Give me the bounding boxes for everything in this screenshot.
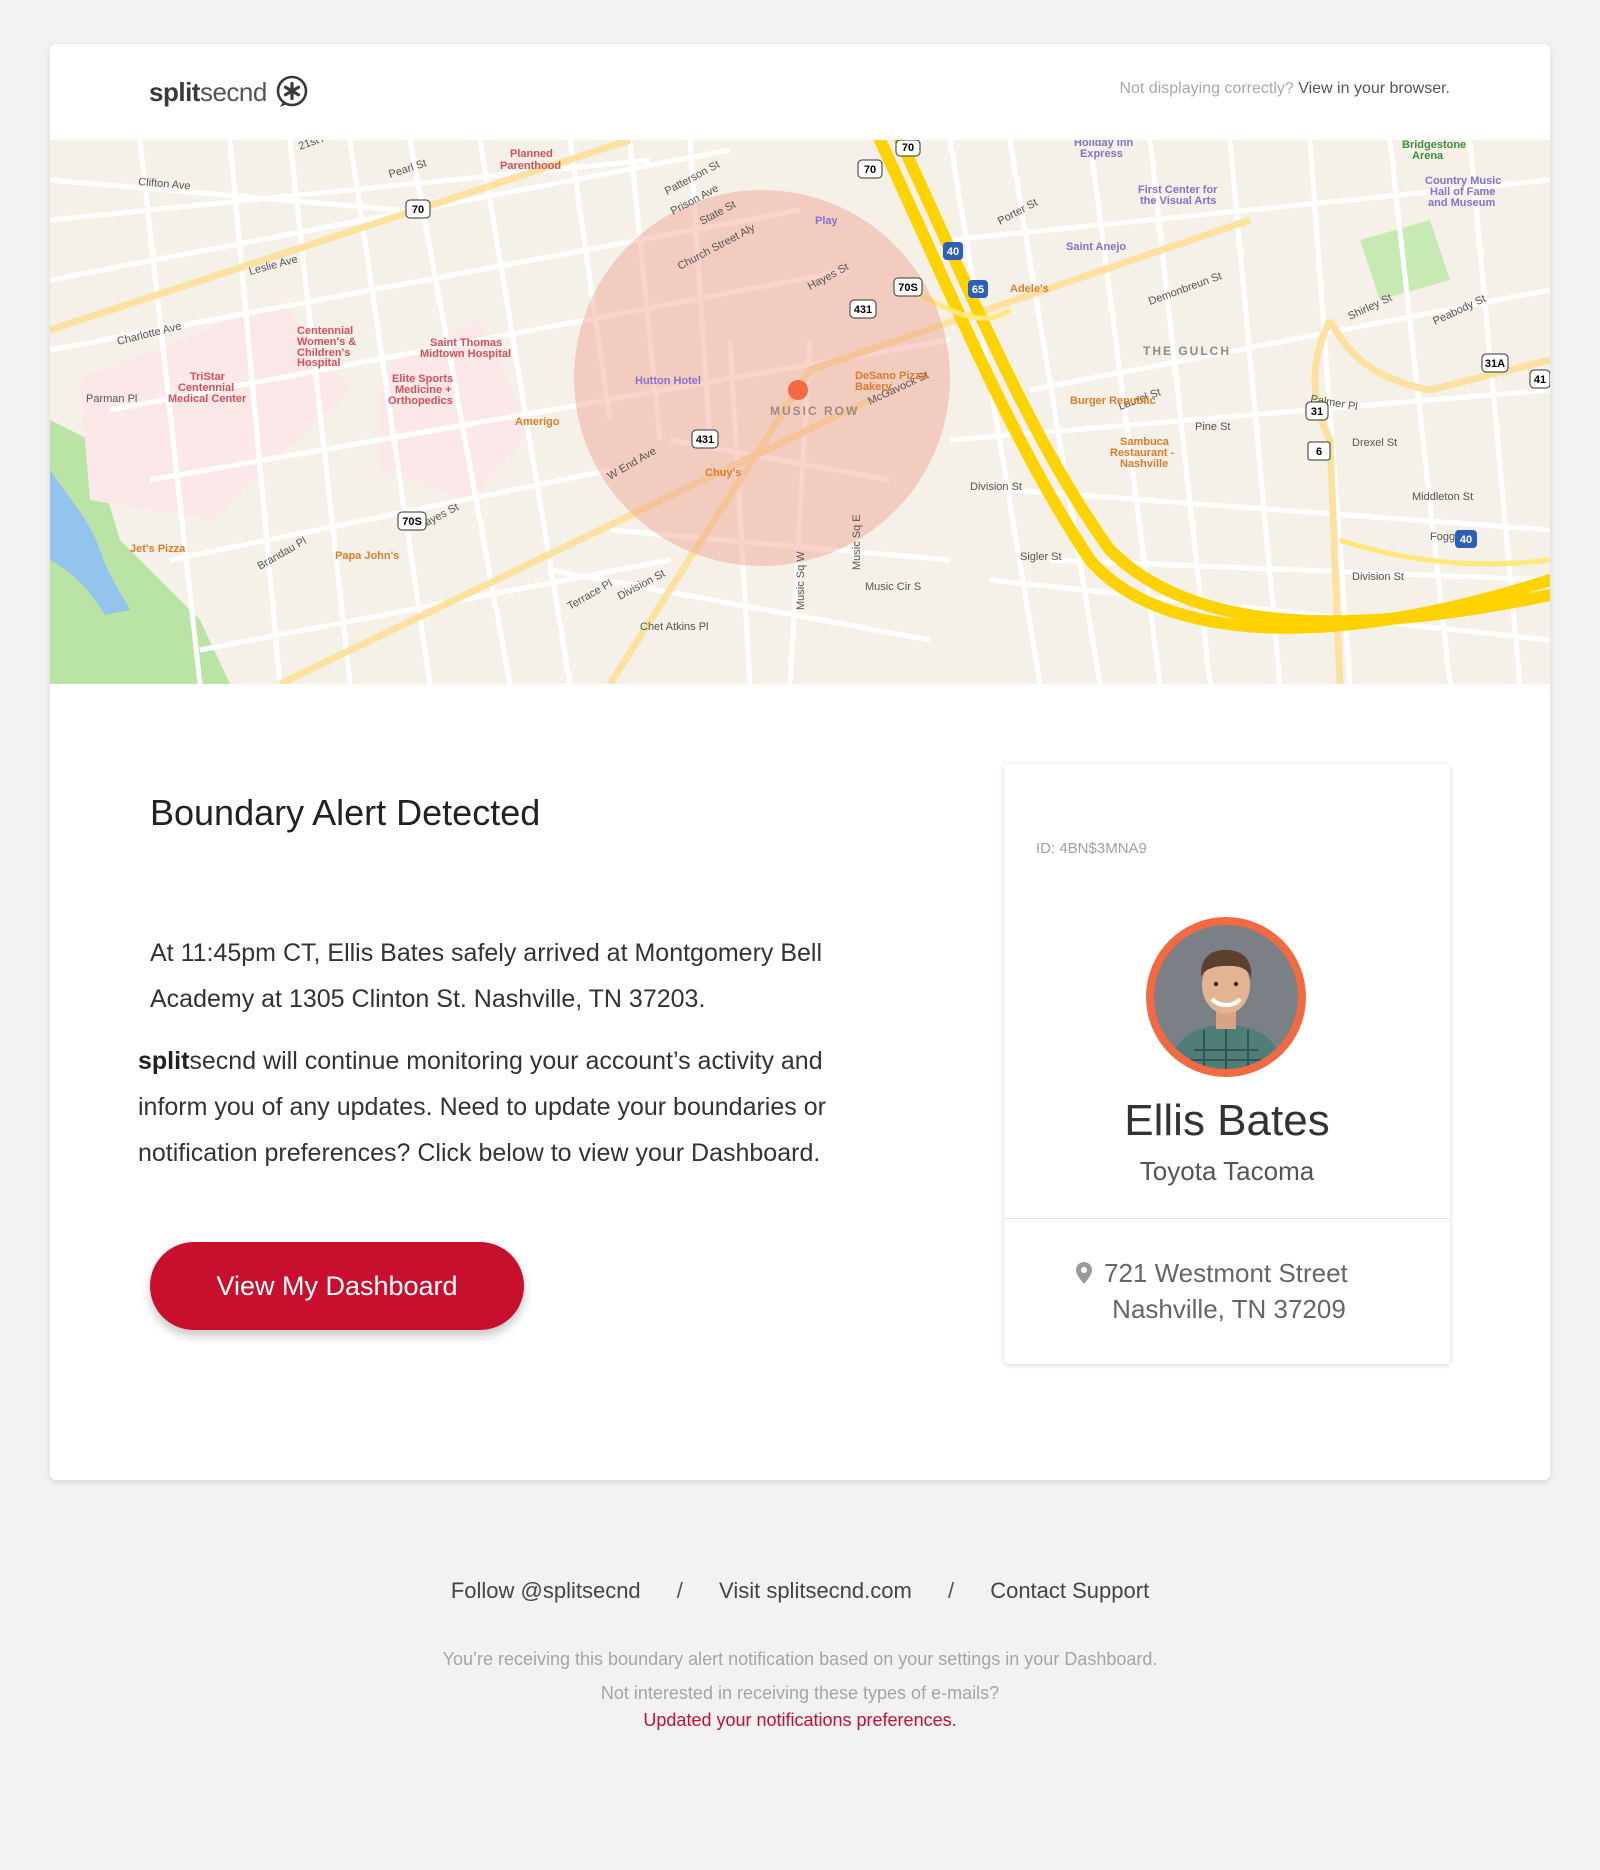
svg-text:and Museum: and Museum (1428, 197, 1495, 209)
svg-text:Hospital: Hospital (297, 357, 340, 369)
svg-text:Music Sq E: Music Sq E (851, 514, 863, 570)
svg-text:Drexel St: Drexel St (1352, 437, 1397, 449)
avatar (1146, 917, 1306, 1077)
svg-text:70S: 70S (898, 282, 918, 294)
location-marker[interactable] (788, 380, 808, 400)
svg-text:Chuy's: Chuy's (705, 467, 741, 479)
location-map[interactable]: Clifton Ave Charlotte Ave Parman Pl Pear… (50, 140, 1550, 684)
svg-text:431: 431 (854, 304, 872, 316)
svg-text:70S: 70S (402, 516, 422, 528)
svg-text:Amerigo: Amerigo (515, 416, 560, 428)
footer-separator: / (947, 1578, 955, 1603)
browser-note-prefix: Not displaying correctly? (1119, 80, 1294, 97)
svg-text:65: 65 (972, 284, 984, 296)
district-music-row: MUSIC ROW (770, 404, 859, 418)
view-in-browser-link[interactable]: View in your browser. (1298, 80, 1450, 97)
svg-text:Play: Play (815, 215, 839, 227)
svg-text:40: 40 (947, 246, 959, 258)
profile-card: ID: 4BN$3MNA9 Ellis Bates Toyota Tacoma (1004, 764, 1450, 1364)
email-card: split secnd Not displaying correctly? Vie… (50, 44, 1550, 1480)
logo-light-text: secnd (199, 76, 267, 107)
svg-text:Division St: Division St (1352, 571, 1404, 583)
svg-text:the Visual Arts: the Visual Arts (1140, 195, 1216, 207)
logo-asterisk-icon (276, 75, 308, 107)
svg-text:Papa John's: Papa John's (335, 550, 399, 562)
profile-divider (1004, 1218, 1450, 1219)
svg-text:Burger Republic: Burger Republic (1070, 395, 1156, 407)
svg-text:Parenthood: Parenthood (500, 160, 561, 172)
svg-text:70: 70 (412, 204, 424, 216)
contact-support-link[interactable]: Contact Support (990, 1578, 1149, 1604)
address-line-1: 721 Westmont Street (1104, 1258, 1348, 1288)
footer-note: You’re receiving this boundary alert not… (442, 1649, 1158, 1703)
svg-text:Sigler St: Sigler St (1020, 551, 1062, 563)
address-line-2: Nashville, TN 37209 (1112, 1294, 1346, 1324)
browser-view-note: Not displaying correctly? View in your b… (1119, 80, 1450, 98)
svg-text:Music Cir S: Music Cir S (865, 581, 921, 593)
monitoring-text: secnd will continue monitoring your acco… (138, 1047, 826, 1167)
avatar-photo (1154, 925, 1298, 1069)
svg-text:70: 70 (902, 142, 914, 154)
svg-text:Medical Center: Medical Center (168, 393, 247, 405)
arena-label-2: Arena (1412, 150, 1444, 162)
svg-text:Hutton Hotel: Hutton Hotel (635, 375, 701, 387)
svg-text:Orthopedics: Orthopedics (388, 395, 453, 407)
brand-name: split (138, 1047, 190, 1075)
location-pin-icon (1076, 1262, 1092, 1284)
svg-text:Adele's: Adele's (1010, 283, 1049, 295)
footer-separator: / (676, 1578, 683, 1603)
svg-text:31: 31 (1311, 406, 1323, 418)
svg-text:Midtown Hospital: Midtown Hospital (420, 348, 511, 360)
svg-text:Music Sq W: Music Sq W (795, 551, 807, 610)
svg-text:31A: 31A (1485, 358, 1505, 370)
svg-text:Planned: Planned (510, 148, 553, 160)
svg-text:70: 70 (864, 164, 876, 176)
svg-text:Express: Express (1080, 148, 1123, 160)
splitsecnd-logo[interactable]: split secnd (149, 72, 309, 112)
follow-link[interactable]: Follow @splitsecnd (451, 1578, 641, 1604)
profile-id: ID: 4BN$3MNA9 (1036, 840, 1147, 857)
monitoring-message: splitsecnd will continue monitoring your… (138, 1038, 898, 1176)
svg-text:Saint Anejo: Saint Anejo (1066, 241, 1126, 253)
notification-preferences-link[interactable]: Updated your notifications preferences. (0, 1710, 1600, 1731)
svg-text:Parman Pl: Parman Pl (86, 393, 137, 405)
profile-name: Ellis Bates (1124, 1096, 1330, 1145)
footer-links: Follow @splitsecnd / Visit splitsecnd.co… (0, 1578, 1600, 1604)
visit-site-link[interactable]: Visit splitsecnd.com (719, 1578, 912, 1604)
svg-text:Jet's Pizza: Jet's Pizza (130, 543, 186, 555)
svg-text:6: 6 (1316, 446, 1322, 458)
svg-text:Division St: Division St (970, 481, 1022, 493)
svg-text:Bakery: Bakery (855, 381, 893, 393)
view-dashboard-button[interactable]: View My Dashboard (150, 1242, 524, 1330)
logo-bold-text: split (149, 76, 200, 107)
district-the-gulch: THE GULCH (1143, 344, 1231, 358)
svg-text:Nashville: Nashville (1120, 458, 1168, 470)
svg-text:431: 431 (696, 434, 714, 446)
svg-text:Pine St: Pine St (1195, 421, 1230, 433)
svg-text:Chet Atkins Pl: Chet Atkins Pl (640, 621, 708, 633)
email-header: split secnd Not displaying correctly? Vie… (50, 44, 1550, 140)
alert-message: At 11:45pm CT, Ellis Bates safely arrive… (150, 939, 823, 1013)
svg-text:Middleton St: Middleton St (1412, 491, 1473, 503)
svg-text:40: 40 (1460, 534, 1472, 546)
alert-title: Boundary Alert Detected (150, 792, 541, 833)
svg-text:41: 41 (1534, 374, 1546, 386)
profile-vehicle: Toyota Tacoma (1139, 1156, 1315, 1186)
